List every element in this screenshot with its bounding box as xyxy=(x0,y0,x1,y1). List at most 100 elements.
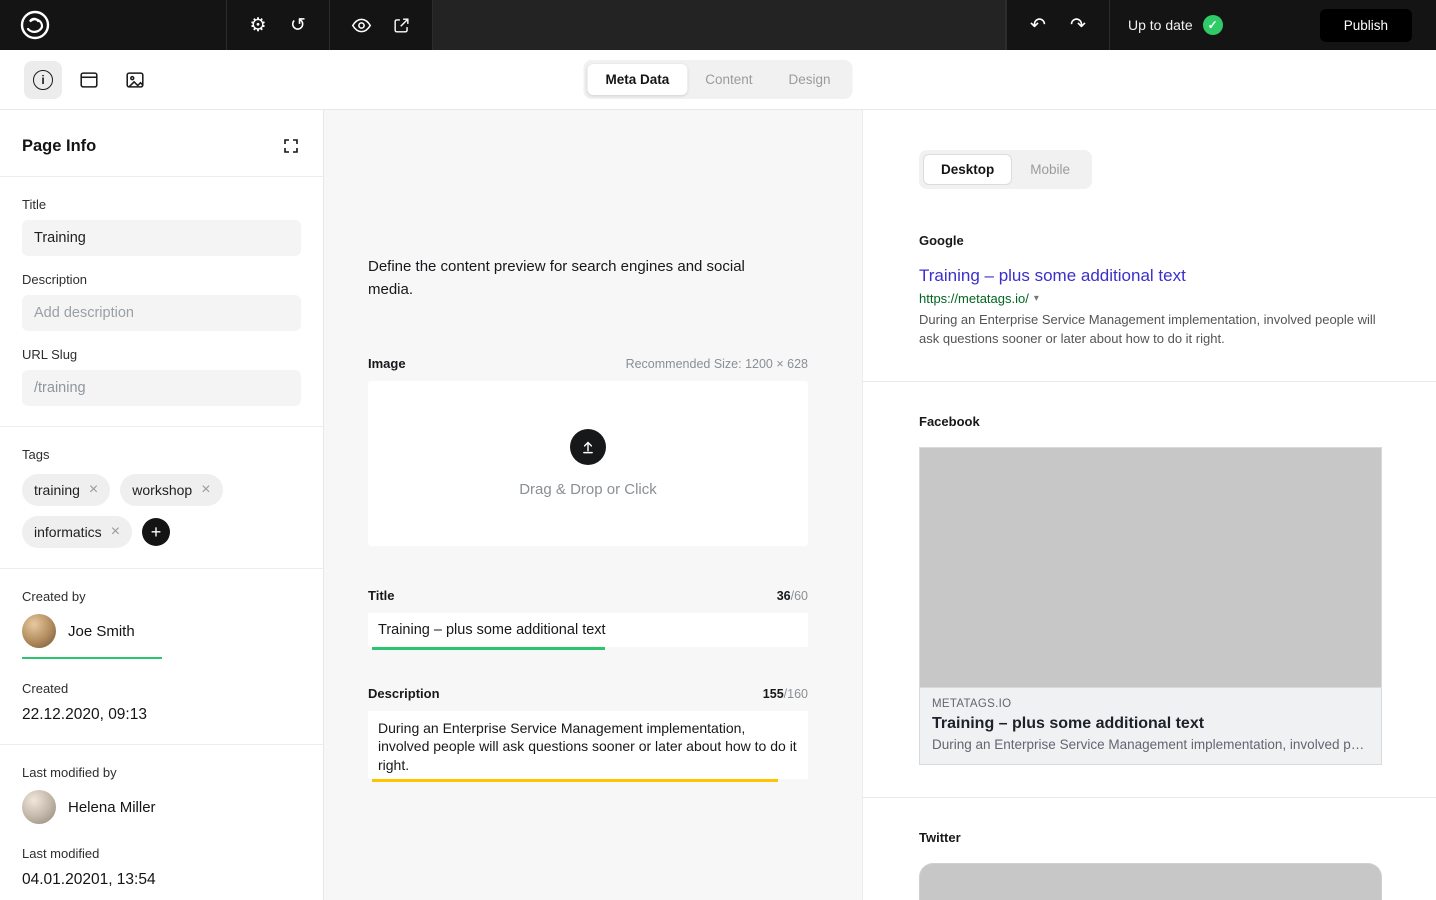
facebook-description: During an Enterprise Service Management … xyxy=(932,737,1369,752)
title-progress-bar xyxy=(372,647,605,650)
facebook-card-meta: METATAGS.IO Training – plus some additio… xyxy=(920,688,1381,764)
meta-description-input[interactable]: During an Enterprise Service Management … xyxy=(368,711,808,779)
description-progress-track xyxy=(372,779,804,782)
tab-design[interactable]: Design xyxy=(771,64,849,95)
tags-label: Tags xyxy=(22,447,301,462)
search-social-preview-panel: Desktop Mobile Google Training – plus so… xyxy=(862,110,1436,900)
twitter-preview-section: Twitter xyxy=(863,798,1436,900)
recommended-size-text: Recommended Size: 1200 × 628 xyxy=(626,357,808,371)
created-by-row: Joe Smith xyxy=(22,614,301,648)
twitter-section-label: Twitter xyxy=(919,830,1380,845)
settings-gear-icon[interactable]: ⚙ xyxy=(241,8,275,42)
title-progress-track xyxy=(372,647,804,650)
image-icon xyxy=(124,69,146,91)
author-underline xyxy=(22,657,162,659)
logo-swirl-icon xyxy=(17,7,53,43)
topbar-view-group xyxy=(329,0,433,50)
facebook-section-label: Facebook xyxy=(919,414,1380,429)
avatar xyxy=(22,614,56,648)
title-field[interactable] xyxy=(22,220,301,256)
media-tool-button[interactable] xyxy=(116,61,154,99)
facebook-preview-card: METATAGS.IO Training – plus some additio… xyxy=(919,447,1382,765)
preview-eye-icon[interactable] xyxy=(344,8,378,42)
remove-tag-icon[interactable]: × xyxy=(111,526,120,538)
app-topbar: ⚙ ↺ ↶ ↷ Up to date ✓ Publish xyxy=(0,0,1436,50)
description-count-current: 155 xyxy=(763,687,784,701)
google-url-text: https://metatags.io/ xyxy=(919,291,1029,306)
undo-icon[interactable]: ↶ xyxy=(1021,8,1055,42)
google-result-url: https://metatags.io/ ▾ xyxy=(919,291,1380,306)
sync-status-text: Up to date xyxy=(1128,17,1193,33)
created-date: 22.12.2020, 09:13 xyxy=(22,706,301,724)
editor-intro-text: Define the content preview for search en… xyxy=(368,255,778,302)
tab-content[interactable]: Content xyxy=(687,64,770,95)
twitter-image-placeholder xyxy=(919,863,1382,900)
topbar-settings-group: ⚙ ↺ xyxy=(226,0,329,50)
info-icon: i xyxy=(33,70,53,90)
avatar xyxy=(22,790,56,824)
description-field[interactable] xyxy=(22,295,301,331)
topbar-middle-area xyxy=(433,0,1006,50)
sidebar-header: Page Info xyxy=(0,110,323,177)
sidebar-fields-section: Title Description URL Slug xyxy=(0,177,323,427)
meta-editor-panel: Define the content preview for search en… xyxy=(324,110,862,900)
url-slug-field-label: URL Slug xyxy=(22,347,301,362)
meta-title-input[interactable] xyxy=(368,613,808,647)
modified-by-label: Last modified by xyxy=(22,765,301,780)
meta-description-header: Description 155/160 xyxy=(368,686,808,701)
redo-icon[interactable]: ↷ xyxy=(1061,8,1095,42)
description-field-label: Description xyxy=(22,272,301,287)
tag-label: workshop xyxy=(132,482,192,498)
remove-tag-icon[interactable]: × xyxy=(201,484,210,496)
title-field-label: Title xyxy=(22,197,301,212)
image-field-header: Image Recommended Size: 1200 × 628 xyxy=(368,356,808,371)
description-char-count: 155/160 xyxy=(763,687,808,701)
remove-tag-icon[interactable]: × xyxy=(89,484,98,496)
page-info-sidebar: Page Info Title Description URL Slug Tag… xyxy=(0,110,324,900)
title-count-current: 36 xyxy=(777,589,791,603)
facebook-preview-section: Facebook METATAGS.IO Training – plus som… xyxy=(863,382,1436,798)
modified-by-name: Helena Miller xyxy=(68,799,156,816)
image-dropzone[interactable]: Drag & Drop or Click xyxy=(368,381,808,546)
google-result-title[interactable]: Training – plus some additional text xyxy=(919,266,1380,286)
page-icon xyxy=(78,69,100,91)
sidebar-modified-section: Last modified by Helena Miller Last modi… xyxy=(0,745,323,900)
created-label: Created xyxy=(22,681,301,696)
google-preview-section: Google Training – plus some additional t… xyxy=(863,189,1436,382)
page-tool-button[interactable] xyxy=(70,61,108,99)
modified-date: 04.01.20201, 13:54 xyxy=(22,871,301,889)
chevron-down-icon[interactable]: ▾ xyxy=(1034,293,1039,304)
device-toggle-mobile[interactable]: Mobile xyxy=(1012,154,1088,185)
created-by-label: Created by xyxy=(22,589,301,604)
open-external-icon[interactable] xyxy=(384,8,418,42)
upload-icon xyxy=(570,429,606,465)
image-label: Image xyxy=(368,356,406,371)
device-toggle: Desktop Mobile xyxy=(919,150,1092,189)
revert-icon[interactable]: ↺ xyxy=(281,8,315,42)
dropzone-text: Drag & Drop or Click xyxy=(519,481,657,498)
tag-chip[interactable]: informatics × xyxy=(22,516,132,548)
device-toggle-desktop[interactable]: Desktop xyxy=(923,154,1012,185)
page-title: Page Info xyxy=(22,137,96,156)
content-tabs: Meta Data Content Design xyxy=(583,60,852,99)
tags-list: training × workshop × informatics × + xyxy=(22,474,252,548)
facebook-title: Training – plus some additional text xyxy=(932,715,1369,733)
modified-label: Last modified xyxy=(22,846,301,861)
publish-button[interactable]: Publish xyxy=(1320,9,1412,42)
expand-icon[interactable] xyxy=(281,136,301,156)
tag-chip[interactable]: workshop × xyxy=(120,474,222,506)
tag-label: training xyxy=(34,482,80,498)
created-by-name: Joe Smith xyxy=(68,623,135,640)
meta-title-label: Title xyxy=(368,588,395,603)
tag-chip[interactable]: training × xyxy=(22,474,110,506)
modified-by-row: Helena Miller xyxy=(22,790,301,824)
add-tag-button[interactable]: + xyxy=(142,518,170,546)
page-info-tool-button[interactable]: i xyxy=(24,61,62,99)
url-slug-field[interactable] xyxy=(22,370,301,406)
topbar-spacer xyxy=(70,0,226,50)
facebook-domain: METATAGS.IO xyxy=(932,698,1369,710)
title-count-max: /60 xyxy=(791,589,808,603)
meta-description-label: Description xyxy=(368,686,440,701)
app-logo[interactable] xyxy=(0,0,70,50)
tab-meta-data[interactable]: Meta Data xyxy=(587,64,687,95)
